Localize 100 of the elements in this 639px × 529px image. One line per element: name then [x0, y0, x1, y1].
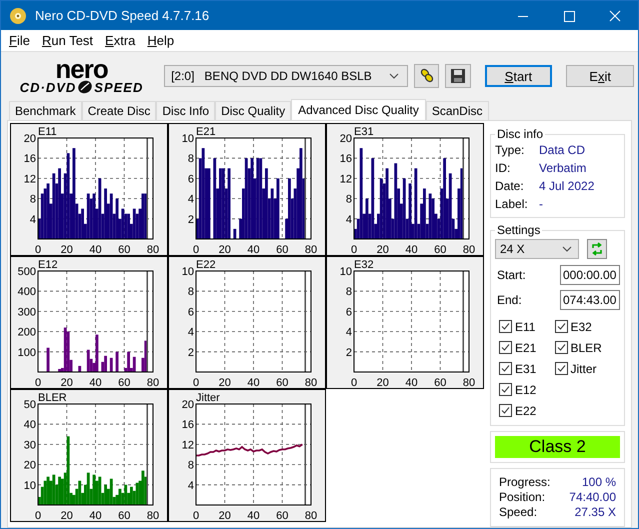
- x-tick-label: 80: [146, 510, 160, 521]
- checkbox-label: E11: [515, 320, 536, 334]
- x-tick-label: 40: [405, 377, 418, 388]
- x-tick-label: 60: [118, 510, 130, 521]
- status-value: 74:40.00: [569, 490, 616, 505]
- status-value: 100 %: [582, 475, 616, 490]
- field-label: ID:: [495, 161, 512, 175]
- y-tick-label: 200: [18, 326, 36, 339]
- chart-title: Jitter: [196, 392, 220, 404]
- group-title: Settings: [496, 223, 542, 237]
- result-badge: Class 2: [495, 436, 620, 458]
- x-tick-label: 20: [376, 244, 389, 255]
- y-tick-label: 20: [340, 133, 352, 145]
- x-tick-label: 20: [60, 510, 73, 521]
- y-tick-label: 12: [340, 173, 352, 186]
- y-tick-label: 100: [18, 346, 36, 359]
- checkbox-label: E12: [515, 382, 536, 396]
- y-tick-label: 10: [24, 480, 36, 492]
- x-tick-label: 0: [350, 244, 358, 255]
- y-tick-label: 8: [346, 194, 352, 206]
- y-tick-label: 400: [18, 286, 36, 298]
- y-tick-label: 4: [188, 326, 194, 339]
- y-tick-label: 6: [188, 306, 194, 318]
- y-tick-label: 8: [188, 286, 194, 298]
- window-title: Nero CD-DVD Speed 4.7.7.16: [35, 8, 210, 23]
- y-tick-label: 4: [188, 480, 194, 492]
- field-value: 4 Jul 2022: [539, 179, 594, 193]
- field-label: Date:: [495, 179, 525, 193]
- y-tick-label: 12: [24, 173, 36, 186]
- y-tick-label: 8: [346, 286, 352, 298]
- y-tick-label: 16: [340, 153, 352, 166]
- y-tick-label: 20: [182, 399, 194, 411]
- status-label: Speed:: [499, 505, 538, 520]
- x-tick-label: 40: [89, 244, 102, 255]
- field-value: -: [539, 197, 543, 211]
- x-tick-label: 80: [304, 244, 318, 255]
- y-tick-label: 20: [24, 460, 36, 472]
- y-tick-label: 8: [30, 194, 36, 206]
- y-tick-label: 2: [188, 214, 194, 226]
- y-tick-label: 300: [18, 306, 36, 318]
- x-tick-label: 60: [276, 510, 288, 521]
- chart-title: E21: [196, 126, 216, 138]
- x-tick-label: 40: [247, 377, 260, 388]
- y-tick-label: 10: [340, 266, 352, 278]
- checkbox-label: E31: [515, 362, 536, 376]
- x-tick-label: 40: [89, 510, 102, 521]
- chart-title: E32: [354, 259, 374, 271]
- group-title: Disc info: [496, 127, 544, 141]
- x-tick-label: 60: [118, 244, 130, 255]
- field-label: Type:: [495, 143, 526, 157]
- chart-title: BLER: [38, 392, 67, 404]
- checkbox-label: E21: [515, 340, 536, 354]
- y-tick-label: 40: [24, 419, 36, 432]
- status-value: 27.35 X: [574, 505, 616, 520]
- x-tick-label: 60: [276, 377, 288, 388]
- x-tick-label: 0: [34, 377, 42, 388]
- checkbox-label: E32: [570, 320, 592, 334]
- x-tick-label: 80: [304, 377, 318, 388]
- x-tick-label: 80: [304, 510, 318, 521]
- status-label: Progress:: [499, 475, 550, 490]
- chart-title: E11: [38, 126, 57, 138]
- field-value: Verbatim: [539, 161, 586, 175]
- x-tick-label: 80: [146, 244, 160, 255]
- x-tick-label: 60: [276, 244, 288, 255]
- y-tick-label: 12: [182, 439, 194, 452]
- logo-wordmark: nero: [55, 58, 108, 80]
- chart-title: E31: [354, 126, 374, 138]
- y-tick-label: 50: [24, 399, 36, 411]
- y-tick-label: 2: [188, 346, 194, 359]
- chart-title: E12: [38, 259, 58, 271]
- x-tick-label: 80: [462, 244, 476, 255]
- field-value: Data CD: [539, 143, 586, 157]
- x-tick-label: 40: [89, 377, 102, 388]
- x-tick-label: 0: [192, 377, 200, 388]
- logo-text: CD·DVD: [20, 80, 76, 94]
- chart-title: E22: [196, 259, 216, 271]
- x-tick-label: 20: [218, 244, 231, 255]
- y-tick-label: 8: [188, 153, 194, 166]
- checkbox-label: BLER: [570, 340, 602, 354]
- logo-text: SPEED: [94, 80, 144, 94]
- y-tick-label: 2: [346, 346, 352, 359]
- x-tick-label: 80: [462, 377, 476, 388]
- y-tick-label: 4: [30, 214, 36, 226]
- x-tick-label: 0: [192, 510, 200, 521]
- y-tick-label: 4: [346, 214, 352, 226]
- x-tick-label: 0: [350, 377, 358, 388]
- x-tick-label: 20: [218, 510, 231, 521]
- x-tick-label: 20: [60, 244, 73, 255]
- x-tick-label: 40: [247, 510, 260, 521]
- y-tick-label: 500: [18, 266, 36, 278]
- x-tick-label: 20: [218, 377, 231, 388]
- y-tick-label: 6: [188, 173, 194, 186]
- y-tick-label: 4: [346, 326, 352, 339]
- x-tick-label: 80: [146, 377, 160, 388]
- x-tick-label: 60: [118, 377, 130, 388]
- x-tick-label: 0: [34, 244, 42, 255]
- y-tick-label: 20: [24, 133, 36, 145]
- field-label: Start:: [497, 268, 526, 282]
- x-tick-label: 20: [60, 377, 73, 388]
- x-tick-label: 0: [192, 244, 200, 255]
